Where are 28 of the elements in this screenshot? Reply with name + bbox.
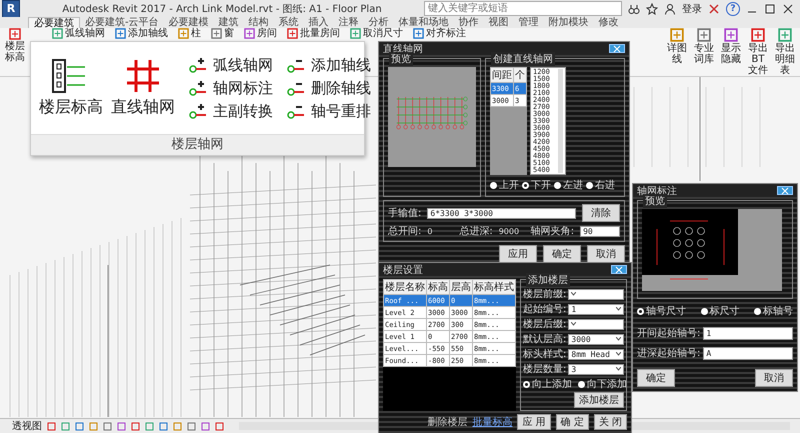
- field-label: 默认层高:: [523, 332, 566, 346]
- field-label: 标头样式:: [523, 348, 566, 361]
- column-header: 层高: [450, 280, 472, 294]
- field-label: 楼层前缀:: [523, 288, 566, 301]
- field-label: 总开间:: [388, 224, 422, 238]
- group-label: 预览: [389, 52, 413, 66]
- column-header: 个: [514, 68, 526, 82]
- total-value: 0: [427, 226, 434, 236]
- field-label: 手输值:: [388, 206, 422, 220]
- column-header: 标高样式: [472, 280, 516, 294]
- view-name: 透视图: [12, 420, 42, 433]
- group-label: 添加楼层: [526, 273, 570, 287]
- field-label: 轴网夹角:: [530, 224, 574, 238]
- column-header: 间距: [490, 68, 514, 82]
- field-label: 进深起始轴号:: [637, 346, 700, 360]
- field-label: 起始编号:: [523, 302, 566, 316]
- column-header: 标高: [426, 280, 450, 294]
- total-value: 9000: [498, 226, 520, 236]
- column-header: 楼层名称: [384, 280, 426, 294]
- panel-title: 楼层轴网: [31, 134, 364, 155]
- field-label: 开间起始轴号:: [637, 326, 700, 340]
- field-label: 楼层后缀:: [523, 318, 566, 331]
- field-label: 楼层数量:: [523, 362, 566, 376]
- group-label: 创建直线轴网: [491, 52, 555, 66]
- field-label: 总进深:: [459, 224, 493, 238]
- group-label: 预览: [643, 194, 667, 208]
- dialog-title: 楼层设置: [383, 264, 424, 276]
- window-title: Autodesk Revit 2017 - Arch Link Model.rvt - 图纸: A1 - Floor Plan: [61, 2, 383, 16]
